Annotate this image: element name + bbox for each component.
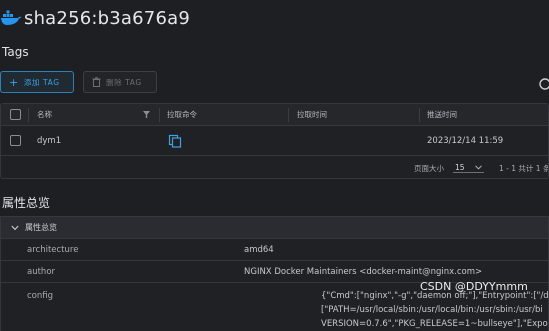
pagination-summary: 1 - 1 共计 1 条记 bbox=[499, 163, 548, 173]
properties-heading: 属性总览 bbox=[2, 196, 51, 210]
delete-tag-button[interactable]: 删除 TAG bbox=[83, 71, 157, 93]
column-pull-command-header: 拉取命令 bbox=[167, 110, 197, 119]
column-push-time-header[interactable]: 推送时间 bbox=[427, 104, 457, 125]
column-pull-time-header[interactable]: 拉取时间 bbox=[297, 104, 327, 125]
select-all-checkbox[interactable] bbox=[10, 109, 21, 120]
plus-icon: + bbox=[9, 75, 19, 89]
page-size-select[interactable]: 15 bbox=[453, 156, 484, 178]
property-key: config bbox=[27, 291, 54, 301]
delete-tag-label: 删除 TAG bbox=[106, 77, 142, 87]
page-header: sha256:b3a676a9 bbox=[0, 4, 190, 32]
select-all-cell bbox=[10, 104, 21, 125]
row-select-cell bbox=[10, 126, 21, 155]
page-size-value: 15 bbox=[455, 163, 465, 172]
filter-icon[interactable] bbox=[143, 104, 150, 125]
watermark: CSDN @DDYYmmm bbox=[420, 280, 528, 293]
properties-panel: 属性总览 architecture amd64 author NGINX Doc… bbox=[0, 216, 549, 331]
page-title: sha256:b3a676a9 bbox=[24, 7, 190, 29]
config-line: VERSION=0.7.6","PKG_RELEASE=1~bullseye"]… bbox=[321, 319, 549, 329]
row-checkbox[interactable] bbox=[10, 135, 21, 146]
chevron-down-icon bbox=[11, 225, 19, 230]
tag-name: dym1 bbox=[37, 135, 62, 146]
add-tag-button[interactable]: + 添加 TAG bbox=[0, 71, 74, 93]
trash-icon bbox=[92, 77, 101, 87]
page-size-label: 页面大小 bbox=[414, 163, 444, 173]
table-pagination: 页面大小 15 1 - 1 共计 1 条记 bbox=[1, 156, 548, 178]
add-tag-label: 添加 TAG bbox=[23, 77, 60, 87]
property-row-architecture: architecture amd64 bbox=[1, 239, 548, 261]
copy-icon bbox=[168, 134, 182, 148]
docker-whale-icon bbox=[1, 10, 22, 25]
column-name-header[interactable]: 名称 bbox=[37, 104, 52, 125]
properties-panel-header[interactable]: 属性总览 bbox=[1, 217, 548, 239]
property-key: architecture bbox=[27, 245, 79, 255]
properties-panel-title: 属性总览 bbox=[25, 223, 57, 232]
property-value: NGINX Docker Maintainers <docker-maint@n… bbox=[244, 267, 483, 277]
tags-table: 名称 拉取命令 拉取时间 推送时间 dym1 2023/12/14 11:59 … bbox=[0, 103, 549, 179]
config-line: ["PATH=/usr/local/sbin:/usr/local/bin:/u… bbox=[321, 305, 543, 315]
push-time: 2023/12/14 11:59 bbox=[427, 135, 504, 146]
chevron-down-icon bbox=[474, 165, 482, 170]
tags-heading: Tags bbox=[2, 45, 29, 59]
property-key: author bbox=[27, 267, 56, 277]
refresh-icon[interactable] bbox=[538, 77, 549, 91]
table-row[interactable]: dym1 2023/12/14 11:59 bbox=[1, 126, 548, 156]
property-value: amd64 bbox=[244, 245, 274, 255]
table-header: 名称 拉取命令 拉取时间 推送时间 bbox=[1, 104, 548, 126]
copy-pull-command-button[interactable] bbox=[168, 126, 182, 155]
